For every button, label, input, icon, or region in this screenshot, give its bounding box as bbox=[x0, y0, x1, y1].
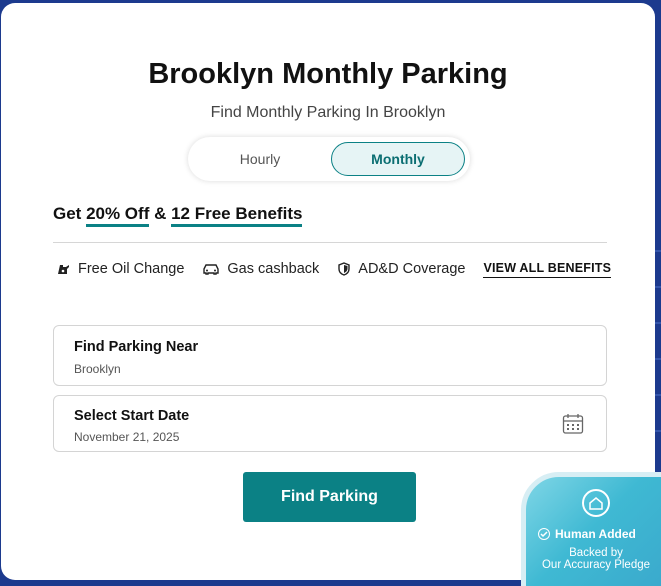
human-added-text: Human Added bbox=[555, 527, 636, 541]
pledge-text: Backed by Our Accuracy Pledge bbox=[526, 547, 661, 571]
benefit-item: AD&D Coverage bbox=[337, 261, 465, 277]
start-date-value: November 21, 2025 bbox=[74, 430, 180, 444]
accuracy-pledge-badge[interactable]: Human Added Backed by Our Accuracy Pledg… bbox=[521, 472, 661, 586]
toggle-monthly[interactable]: Monthly bbox=[331, 142, 465, 176]
divider bbox=[53, 242, 607, 243]
promo-headline: Get 20% Off & 12 Free Benefits bbox=[53, 204, 303, 227]
benefit-item: Gas cashback bbox=[202, 261, 319, 277]
human-added-label: Human Added bbox=[538, 527, 636, 541]
location-label: Find Parking Near bbox=[74, 339, 199, 355]
page-title: Brooklyn Monthly Parking bbox=[148, 58, 508, 90]
promo-prefix: Get bbox=[53, 204, 87, 223]
calendar-icon[interactable] bbox=[562, 413, 584, 435]
start-date-label: Select Start Date bbox=[74, 408, 190, 424]
car-icon bbox=[203, 264, 220, 275]
benefit-item: Free Oil Change bbox=[57, 261, 184, 277]
toggle-hourly[interactable]: Hourly bbox=[193, 142, 327, 176]
promo-discount: 20% Off bbox=[86, 204, 150, 227]
pledge-line-1: Backed by bbox=[569, 547, 623, 559]
rate-type-toggle: Hourly Monthly bbox=[188, 137, 470, 181]
location-field[interactable]: Find Parking Near Brooklyn bbox=[53, 325, 607, 386]
view-all-benefits-link[interactable]: VIEW ALL BENEFITS bbox=[483, 261, 612, 278]
benefit-label: AD&D Coverage bbox=[358, 261, 466, 277]
check-icon bbox=[538, 528, 550, 540]
benefit-label: Free Oil Change bbox=[78, 261, 185, 277]
benefit-label: Gas cashback bbox=[227, 261, 320, 277]
pledge-line-2: Our Accuracy Pledge bbox=[541, 559, 651, 571]
house-icon bbox=[582, 489, 610, 517]
shield-icon bbox=[338, 262, 350, 276]
location-value: Brooklyn bbox=[74, 362, 121, 376]
find-parking-button[interactable]: Find Parking bbox=[243, 472, 416, 522]
benefits-list: Free Oil Change Gas cashback AD&D Covera… bbox=[57, 258, 612, 280]
page-subtitle: Find Monthly Parking In Brooklyn bbox=[210, 104, 446, 121]
oil-can-icon bbox=[58, 265, 69, 274]
promo-connector: & bbox=[149, 204, 172, 223]
start-date-field[interactable]: Select Start Date November 21, 2025 bbox=[53, 395, 607, 452]
promo-benefits-count: 12 Free Benefits bbox=[171, 204, 303, 227]
